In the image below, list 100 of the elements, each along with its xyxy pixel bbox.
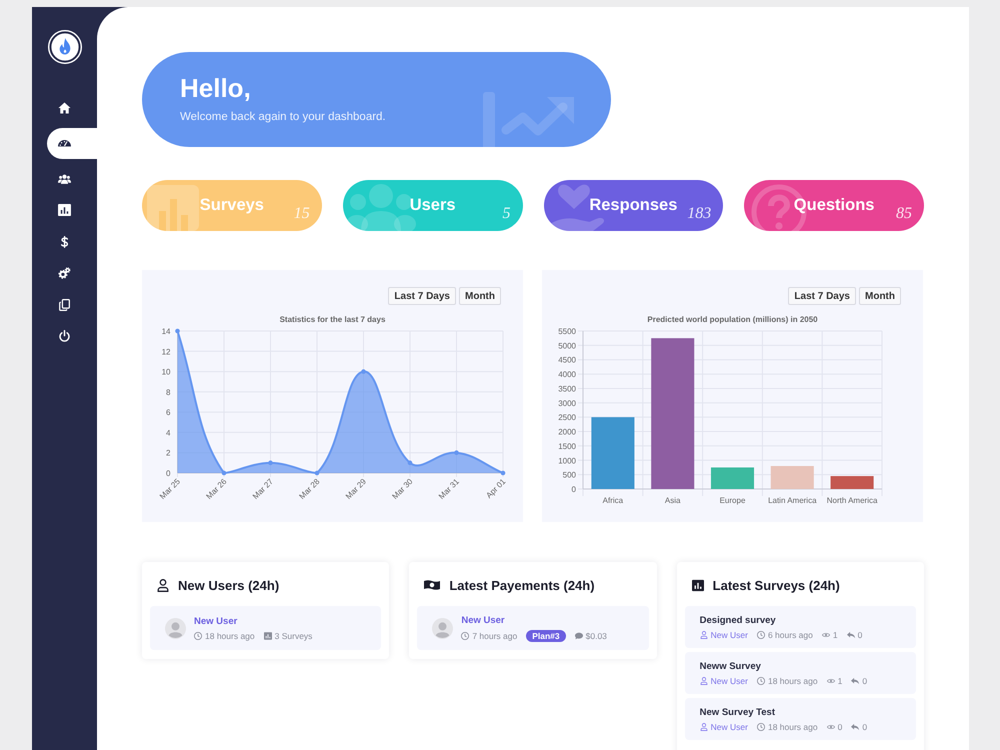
- eye-icon: [826, 722, 835, 730]
- bar-chart-icon: [264, 632, 272, 640]
- users-icon: [58, 172, 71, 185]
- stat-label: Responses: [589, 194, 678, 214]
- gears-icon: [58, 267, 71, 280]
- sidebar-item[interactable]: [47, 128, 97, 159]
- clock-icon: [194, 632, 202, 640]
- x-tick-label: Mar 28: [297, 477, 322, 502]
- stat-count: 15: [294, 205, 310, 223]
- range-button[interactable]: Month: [859, 287, 901, 305]
- clock-icon: [461, 632, 470, 640]
- y-tick-label: 2500: [558, 413, 576, 422]
- range-button[interactable]: Last 7 Days: [788, 287, 856, 305]
- user-link[interactable]: New User: [194, 616, 238, 626]
- greeting-subtitle: Welcome back again to your dashboard.: [180, 110, 387, 125]
- y-tick-label: 12: [162, 347, 170, 356]
- bar-chart-icon: [58, 204, 71, 216]
- x-tick-label: Mar 29: [344, 477, 368, 502]
- trend-chart-icon: [483, 92, 575, 147]
- stat-count: 183: [687, 205, 712, 223]
- x-tick-label: Mar 27: [250, 477, 275, 502]
- x-tick-label: Europe: [720, 496, 746, 505]
- data-point: [268, 460, 273, 466]
- reply-icon: [851, 722, 860, 730]
- flame-logo-icon: [48, 30, 82, 64]
- user-icon: [700, 676, 708, 684]
- y-tick-label: 500: [562, 470, 576, 480]
- gauge-icon: [58, 137, 71, 150]
- clock-icon: [756, 676, 765, 684]
- stat-label: Questions: [794, 194, 874, 214]
- time-ago: 7 hours ago: [472, 630, 518, 640]
- home-icon: [58, 102, 71, 114]
- view-count: 0: [838, 722, 842, 732]
- time-ago: 18 hours ago: [768, 722, 818, 732]
- avatar-icon: [165, 618, 186, 638]
- bar: [591, 417, 634, 489]
- data-point: [314, 470, 320, 476]
- banknote-icon: [424, 580, 440, 590]
- reply-count: 0: [858, 630, 862, 640]
- avatar-icon: [432, 618, 454, 638]
- author-link[interactable]: New User: [710, 676, 748, 686]
- stat-label: Surveys: [200, 194, 264, 214]
- author-link[interactable]: New User: [710, 722, 748, 732]
- user-link[interactable]: New User: [461, 614, 505, 626]
- y-tick-label: 5000: [558, 341, 576, 350]
- y-tick-label: 14: [162, 327, 170, 336]
- x-tick-label: Mar 25: [158, 477, 182, 502]
- power-icon: [58, 330, 71, 342]
- y-tick-label: 10: [162, 368, 170, 377]
- data-point: [454, 450, 459, 456]
- survey-count: 3 Surveys: [274, 630, 312, 640]
- x-tick-label: Asia: [664, 496, 680, 505]
- x-tick-label: Mar 31: [436, 477, 461, 502]
- card-title: Latest Payements (24h): [449, 578, 595, 592]
- time-ago: 18 hours ago: [768, 676, 818, 686]
- bar: [710, 467, 754, 489]
- reply-count: 0: [862, 722, 868, 732]
- eye-icon: [826, 676, 835, 684]
- dollar-icon: [58, 236, 71, 248]
- user-icon: [700, 630, 708, 638]
- plan-badge: Plan#3: [526, 630, 566, 642]
- stat-count: 5: [502, 205, 510, 223]
- y-tick-label: 1000: [558, 456, 576, 466]
- time-ago: 18 hours ago: [205, 630, 255, 640]
- y-tick-label: 6: [166, 408, 170, 418]
- card-title: Latest Surveys (24h): [712, 578, 840, 592]
- reply-icon: [846, 630, 855, 638]
- speech-bubble-icon: [574, 632, 583, 640]
- clock-icon: [756, 630, 765, 638]
- bar: [770, 466, 814, 489]
- reply-icon: [851, 676, 860, 684]
- chart-title: Predicted world population (millions) in 2050: [647, 315, 818, 324]
- data-point: [175, 328, 180, 334]
- data-point: [222, 470, 226, 476]
- bar: [830, 476, 874, 489]
- x-tick-label: Apr 01: [484, 477, 508, 500]
- view-count: 1: [832, 630, 838, 640]
- x-tick-label: Latin America: [768, 496, 817, 505]
- data-point: [408, 460, 412, 466]
- y-tick-label: 4: [166, 428, 170, 438]
- bar-chart-icon: [147, 185, 199, 231]
- author-link[interactable]: New User: [710, 630, 748, 640]
- x-tick-label: Mar 30: [390, 477, 414, 502]
- greeting-title: Hello,: [180, 73, 252, 103]
- user-icon: [700, 722, 708, 730]
- survey-title: New Survey Test: [700, 706, 775, 718]
- stat-label: Users: [410, 194, 456, 214]
- range-button[interactable]: Month: [459, 287, 501, 305]
- y-tick-label: 4500: [558, 356, 576, 365]
- y-tick-label: 3000: [558, 398, 576, 408]
- view-count: 1: [838, 676, 842, 686]
- range-button[interactable]: Last 7 Days: [388, 287, 456, 305]
- x-tick-label: North America: [826, 496, 878, 505]
- y-tick-label: 0: [572, 485, 576, 494]
- card-title: New Users (24h): [178, 578, 280, 592]
- survey-title: Designed survey: [700, 614, 776, 626]
- y-tick-label: 5500: [558, 327, 576, 336]
- user-icon: [157, 578, 169, 592]
- copy-icon: [58, 298, 71, 311]
- clock-icon: [756, 722, 765, 730]
